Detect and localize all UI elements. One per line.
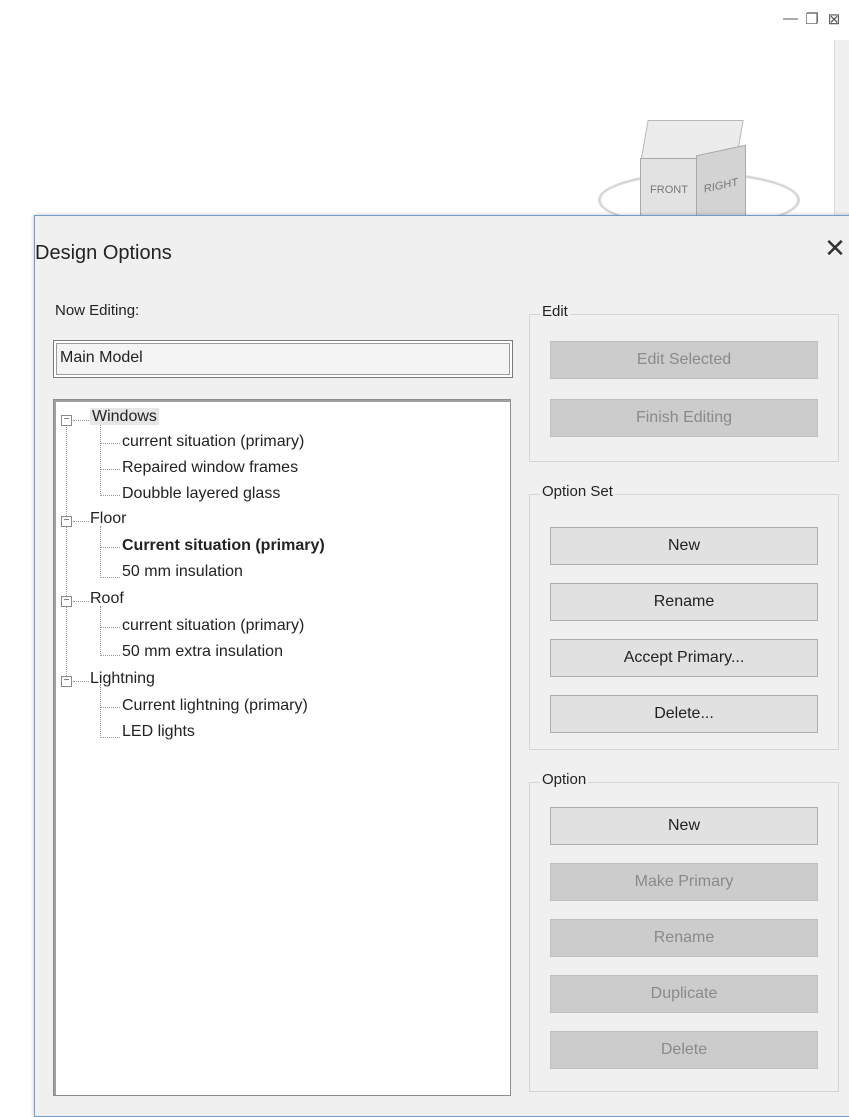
accept-primary-button[interactable]: Accept Primary... xyxy=(550,639,818,677)
collapse-icon[interactable]: − xyxy=(61,415,72,426)
collapse-icon[interactable]: − xyxy=(61,676,72,687)
collapse-icon[interactable]: − xyxy=(61,596,72,607)
viewcube-front-face[interactable]: FRONT xyxy=(640,158,698,222)
make-primary-button[interactable]: Make Primary xyxy=(550,863,818,901)
tree-connector xyxy=(100,424,101,496)
edit-group: Edit Edit Selected Finish Editing xyxy=(529,303,839,462)
tree-option[interactable]: current situation (primary) xyxy=(122,433,304,451)
tree-connector xyxy=(100,684,101,738)
option-delete-button[interactable]: Delete xyxy=(550,1031,818,1069)
edit-group-label: Edit xyxy=(540,303,570,320)
tree-node-floor[interactable]: Floor xyxy=(90,510,126,528)
option-set-new-button[interactable]: New xyxy=(550,527,818,565)
option-set-rename-button[interactable]: Rename xyxy=(550,583,818,621)
viewcube[interactable]: FRONT RIGHT xyxy=(592,110,802,230)
tree-connector xyxy=(100,526,101,578)
restore-icon[interactable]: ❐ xyxy=(805,10,819,28)
tree-option-active[interactable]: Current situation (primary) xyxy=(122,537,325,555)
option-set-group-label: Option Set xyxy=(540,483,615,500)
close-icon[interactable]: ✕ xyxy=(820,234,849,264)
tree-node-windows[interactable]: Windows xyxy=(90,408,159,426)
now-editing-field: Main Model xyxy=(53,340,513,378)
design-options-dialog: Design Options ✕ Now Editing: Main Model… xyxy=(34,215,849,1117)
tree-node-lightning[interactable]: Lightning xyxy=(90,670,155,688)
option-rename-button[interactable]: Rename xyxy=(550,919,818,957)
option-new-button[interactable]: New xyxy=(550,807,818,845)
tree-option[interactable]: Doubble layered glass xyxy=(122,485,280,503)
dialog-title: Design Options xyxy=(35,242,172,264)
vertical-scrollbar[interactable] xyxy=(834,40,849,220)
option-group: Option New Make Primary Rename Duplicate… xyxy=(529,771,839,1092)
collapse-icon[interactable]: − xyxy=(61,516,72,527)
now-editing-label: Now Editing: xyxy=(55,302,140,319)
tree-option[interactable]: Current lightning (primary) xyxy=(122,697,308,715)
tree-option[interactable]: current situation (primary) xyxy=(122,617,304,635)
option-set-group: Option Set New Rename Accept Primary... … xyxy=(529,483,839,750)
minimize-icon[interactable]: — xyxy=(783,10,798,28)
close-view-icon[interactable]: ⊠ xyxy=(827,10,841,28)
tree-option[interactable]: LED lights xyxy=(122,723,195,741)
option-set-delete-button[interactable]: Delete... xyxy=(550,695,818,733)
finish-editing-button[interactable]: Finish Editing xyxy=(550,399,818,437)
tree-connector xyxy=(100,606,101,656)
tree-option[interactable]: Repaired window frames xyxy=(122,459,298,477)
design-options-tree[interactable]: − Windows current situation (primary) Re… xyxy=(53,399,511,1096)
tree-node-roof[interactable]: Roof xyxy=(90,590,124,608)
duplicate-button[interactable]: Duplicate xyxy=(550,975,818,1013)
view-window-controls: — ❐ ⊠ xyxy=(783,10,841,28)
tree-option[interactable]: 50 mm insulation xyxy=(122,563,243,581)
edit-selected-button[interactable]: Edit Selected xyxy=(550,341,818,379)
option-group-label: Option xyxy=(540,771,589,788)
tree-option[interactable]: 50 mm extra insulation xyxy=(122,643,283,661)
dialog-title-bar: Design Options ✕ xyxy=(35,216,849,276)
tree-connector xyxy=(66,420,67,684)
